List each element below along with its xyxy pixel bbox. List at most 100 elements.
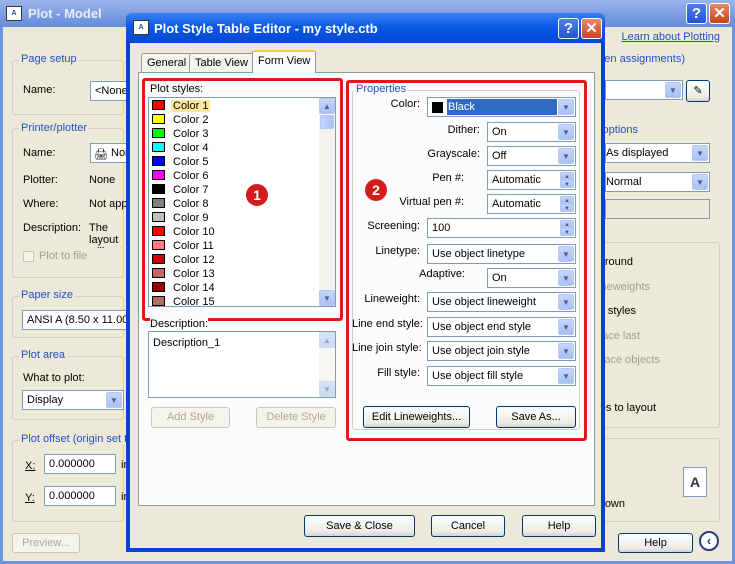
edit-lineweights-button[interactable]: Edit Lineweights...: [363, 406, 470, 428]
spin-down-icon[interactable]: ▼: [560, 204, 574, 212]
scroll-up-icon[interactable]: ▲: [319, 98, 335, 114]
virtual-pen-spinner[interactable]: Automatic ▲ ▼: [487, 194, 576, 214]
edit-plot-style-button[interactable]: ✎: [686, 80, 710, 102]
linetype-select[interactable]: Use object linetype ▼: [427, 244, 576, 264]
spin-up-icon[interactable]: ▲: [560, 196, 574, 204]
add-style-button[interactable]: Add Style: [151, 407, 230, 428]
preview-button[interactable]: Preview...: [12, 533, 80, 553]
shade-plot-select[interactable]: As displayed ▼: [605, 143, 710, 163]
lineweight-select[interactable]: Use object lineweight ▼: [427, 292, 576, 312]
plot-to-file-checkbox[interactable]: [23, 251, 34, 262]
spinner-arrows[interactable]: ▲ ▼: [560, 196, 574, 212]
plot-help-button[interactable]: Help: [618, 533, 693, 553]
plot-option-background[interactable]: Plot in background: [605, 256, 633, 268]
plot-help-titlebar-button[interactable]: ?: [686, 3, 707, 24]
screening-spinner[interactable]: 100 ▲ ▼: [427, 218, 576, 238]
plot-option-save-changes[interactable]: Save changes to layout: [605, 402, 656, 414]
active-tab-join: [253, 71, 315, 74]
plot-style-item[interactable]: Color 15: [152, 295, 217, 306]
line-join-style-value: Use object join style: [432, 345, 530, 357]
scroll-down-icon[interactable]: ▼: [319, 290, 335, 306]
pen-number-spinner[interactable]: Automatic ▲ ▼: [487, 170, 576, 190]
grayscale-select[interactable]: Off ▼: [487, 146, 576, 166]
spin-up-icon[interactable]: ▲: [560, 220, 574, 228]
autocad-app-icon: A: [6, 6, 22, 21]
delete-style-button[interactable]: Delete Style: [256, 407, 336, 428]
upside-down-wrap: Plot upside-down: [605, 498, 625, 512]
virtual-pen-label: Virtual pen #:: [399, 196, 464, 208]
plot-offset-group: [12, 440, 124, 522]
plot-style-item[interactable]: Color 14: [152, 281, 217, 295]
save-as-button[interactable]: Save As...: [496, 406, 576, 428]
plot-style-item[interactable]: Color 13: [152, 267, 217, 281]
linetype-label: Linetype:: [375, 245, 420, 257]
line-join-style-select[interactable]: Use object join style ▼: [427, 341, 576, 361]
tab-table-view[interactable]: Table View: [189, 53, 254, 73]
page-setup-name-select[interactable]: <None>: [90, 81, 130, 101]
plot-style-item[interactable]: Color 4: [152, 141, 210, 155]
plot-style-item[interactable]: Color 6: [152, 169, 210, 183]
spin-down-icon[interactable]: ▼: [560, 228, 574, 236]
plot-style-item[interactable]: Color 12: [152, 253, 217, 267]
adaptive-select[interactable]: On ▼: [487, 268, 576, 288]
editor-help-titlebar-button[interactable]: ?: [558, 18, 579, 39]
plot-styles-listbox[interactable]: ▲ ▼ Color 1 Color 2 Color 3 Color 4 Color 5 C…: [148, 97, 336, 307]
plot-styles-scrollbar[interactable]: ▲ ▼: [319, 98, 335, 306]
plot-style-item[interactable]: Color 3: [152, 127, 210, 141]
color-swatch-icon: [152, 198, 165, 208]
spinner-arrows[interactable]: ▲ ▼: [560, 172, 574, 188]
dpi-input[interactable]: [605, 199, 710, 219]
description-textarea[interactable]: Description_1 ▲ ▼: [148, 331, 336, 398]
plot-option-plot-styles[interactable]: Plot with plot styles: [605, 305, 636, 317]
spin-up-icon[interactable]: ▲: [560, 172, 574, 180]
plot-option-paperspace-last[interactable]: Plot paperspace last: [605, 330, 640, 342]
color-swatch-icon: [152, 184, 165, 194]
what-to-plot-select[interactable]: Display ▼: [22, 390, 124, 410]
chevron-down-icon: ▼: [558, 368, 574, 384]
save-close-button[interactable]: Save & Close: [304, 515, 415, 537]
fill-style-select[interactable]: Use object fill style ▼: [427, 366, 576, 386]
spinner-arrows[interactable]: ▲ ▼: [560, 220, 574, 236]
paper-size-select[interactable]: ANSI A (8.50 x 11.00 Inches): [22, 310, 128, 330]
plot-style-item[interactable]: Color 5: [152, 155, 210, 169]
linetype-value: Use object linetype: [432, 248, 525, 260]
plot-style-item[interactable]: Color 1: [152, 99, 211, 113]
plot-option-lineweights[interactable]: Plot object lineweights: [605, 281, 650, 293]
color-swatch-icon: [152, 240, 165, 250]
line-end-style-select[interactable]: Use object end style ▼: [427, 317, 576, 337]
plot-option-hide-paperspace[interactable]: Hide paperspace objects: [605, 354, 660, 366]
collapse-options-icon[interactable]: ‹: [699, 531, 719, 551]
plot-style-item[interactable]: Color 11: [152, 239, 216, 253]
color-label: Color:: [390, 98, 420, 110]
printer-name-select[interactable]: 🖨 None: [90, 143, 130, 163]
offset-y-input[interactable]: 0.000000: [44, 486, 116, 506]
plot-close-titlebar-button[interactable]: ✕: [709, 3, 730, 24]
screening-value: 100: [432, 222, 451, 234]
plot-style-name: Color 10: [173, 226, 215, 238]
scroll-thumb[interactable]: [320, 115, 334, 129]
tab-form-view[interactable]: Form View: [252, 50, 317, 73]
plot-style-item[interactable]: Color 9: [152, 211, 210, 225]
editor-close-titlebar-button[interactable]: ✕: [581, 18, 602, 39]
adaptive-value: On: [492, 272, 507, 284]
spin-down-icon[interactable]: ▼: [560, 180, 574, 188]
plot-upside-down-option[interactable]: Plot upside-down: [605, 498, 625, 510]
plot-style-item[interactable]: Color 7: [152, 183, 210, 197]
plot-style-name: Color 3: [173, 128, 209, 140]
plot-style-name: Color 6: [173, 170, 209, 182]
offset-x-input[interactable]: 0.000000: [44, 454, 116, 474]
cancel-button[interactable]: Cancel: [431, 515, 505, 537]
plot-style-table-select[interactable]: ▼: [605, 80, 683, 100]
plot-style-name: Color 14: [173, 282, 215, 294]
plot-style-item[interactable]: Color 2: [152, 113, 210, 127]
scroll-up-icon: ▲: [319, 332, 335, 348]
tab-general[interactable]: General: [141, 53, 193, 73]
editor-help-button[interactable]: Help: [522, 515, 596, 537]
learn-about-plotting-link[interactable]: Learn about Plotting: [622, 31, 720, 43]
plot-style-item[interactable]: Color 10: [152, 225, 217, 239]
dither-select[interactable]: On ▼: [487, 122, 576, 142]
plot-style-item[interactable]: Color 8: [152, 197, 210, 211]
quality-select[interactable]: Normal ▼: [605, 172, 710, 192]
color-swatch-icon: [152, 212, 165, 222]
color-select[interactable]: Black ▼: [427, 97, 576, 117]
